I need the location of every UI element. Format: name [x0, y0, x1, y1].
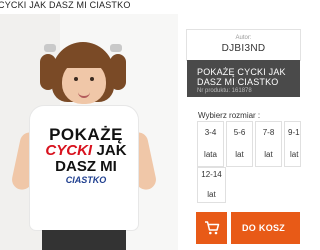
product-name-box: POKAŻĘ CYCKI JAK DASZ MI CIASTKO Nr prod… [187, 60, 300, 97]
hair-bow-right [110, 44, 122, 52]
pants [42, 230, 126, 250]
cart-row: DO KOSZ [196, 212, 300, 244]
author-name-link[interactable]: DJBI3ND [187, 43, 300, 54]
size-value: 3-4 [204, 128, 217, 137]
size-value: 12-14 [201, 170, 222, 179]
bangs [60, 54, 108, 68]
author-box: Autor: DJBI3ND [187, 30, 300, 60]
size-unit: lat [235, 150, 244, 159]
print-line-1: POKAŻĘ [49, 125, 123, 144]
print-line-5: CIASTKO [65, 175, 107, 185]
eye-left [74, 77, 78, 81]
shirt-print: POKAŻĘ CYCKI JAK DASZ MI CIASTKO [34, 126, 138, 185]
size-option-12-14[interactable]: 12-14 lat [198, 168, 225, 202]
size-option-5-6[interactable]: 5-6 lat [227, 122, 252, 166]
print-line-4: DASZ MI [55, 158, 117, 175]
size-value: 9-1 [288, 128, 300, 137]
cart-icon-glyph [204, 221, 219, 235]
product-title-top: CYCKI JAK DASZ MI CIASTKO [0, 0, 131, 10]
size-value: 7-8 [262, 128, 275, 137]
size-label: Wybierz rozmiar : [198, 111, 261, 120]
size-value: 5-6 [233, 128, 246, 137]
cart-icon[interactable] [196, 212, 227, 244]
size-option-7-8[interactable]: 7-8 lat [256, 122, 281, 166]
add-to-cart-button[interactable]: DO KOSZ [231, 212, 300, 244]
size-option-9-10[interactable]: 9-1 lat [285, 122, 300, 166]
hair-bow-left [44, 44, 56, 52]
print-line-3: JAK [96, 142, 127, 159]
size-option-3-4[interactable]: 3-4 lata [198, 122, 223, 166]
size-unit: lat [290, 150, 299, 159]
print-line-2: CYCKI [45, 142, 93, 159]
product-name: POKAŻĘ CYCKI JAK DASZ MI CIASTKO [197, 67, 286, 88]
author-label: Autor: [235, 35, 252, 41]
size-unit: lat [264, 150, 273, 159]
eye-right [90, 77, 94, 81]
product-photo: POKAŻĘ CYCKI JAK DASZ MI CIASTKO [0, 14, 178, 250]
size-unit: lata [204, 150, 217, 159]
product-number: Nr produktu: 161878 [197, 88, 252, 94]
size-unit: lat [207, 190, 216, 199]
